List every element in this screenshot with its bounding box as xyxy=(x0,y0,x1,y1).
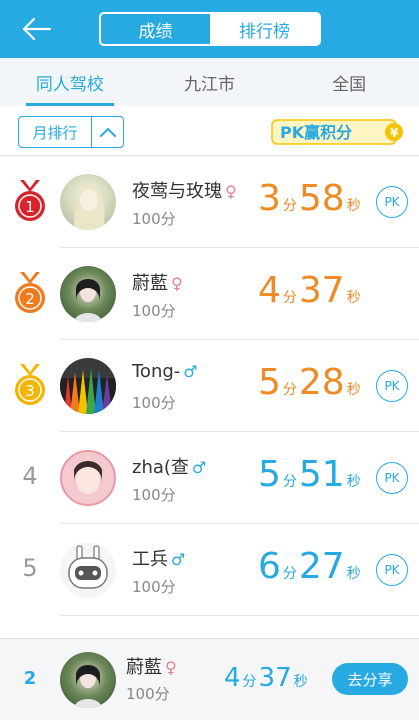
user-name: 蔚藍 xyxy=(132,273,168,294)
my-avatar[interactable] xyxy=(60,652,116,708)
app: 成绩 排行榜 同人驾校 九江市 全国 月排行 PK赢积分 ¥ 1 夜莺与玫瑰 ♀… xyxy=(0,0,419,720)
red-medal-icon: 1 xyxy=(15,180,45,221)
medal-rank-3: 3 xyxy=(25,382,35,400)
male-icon: ♂ xyxy=(183,362,198,381)
divider xyxy=(60,615,419,616)
gold-medal-icon: 3 xyxy=(15,364,45,405)
period-label: 月排行 xyxy=(19,117,92,147)
avatar[interactable] xyxy=(60,266,116,322)
my-rank-bar: 2 蔚藍 ♀ 100分 4 分37 秒 去分享 xyxy=(0,638,419,720)
medal-rank-2: 2 xyxy=(25,290,35,308)
user-score: 100分 xyxy=(132,302,176,320)
user-score: 100分 xyxy=(132,394,176,412)
orange-medal-icon: 2 xyxy=(15,272,45,313)
top-bar: 成绩 排行榜 xyxy=(0,0,419,58)
female-icon: ♀ xyxy=(165,658,177,677)
pk-banner-text: PK赢积分 xyxy=(280,123,352,142)
male-icon: ♂ xyxy=(171,550,186,569)
rank-number: 5 xyxy=(22,554,38,582)
avatar[interactable] xyxy=(60,358,116,414)
exam-time: 5 分51 秒 xyxy=(258,454,361,495)
ranking-row[interactable]: 4 zha(查 ♂ 100分 5 分51 秒 PK xyxy=(0,432,419,524)
my-exam-time: 4 分37 秒 xyxy=(224,663,308,693)
ranking-row[interactable]: 1 夜莺与玫瑰 ♀ 100分 3 分58 秒 PK xyxy=(0,156,419,248)
user-score: 100分 xyxy=(132,486,176,504)
tab-national[interactable]: 全国 xyxy=(279,58,419,106)
avatar[interactable] xyxy=(60,450,116,506)
my-name: 蔚藍 xyxy=(126,657,162,678)
male-icon: ♂ xyxy=(191,458,207,477)
period-dropdown[interactable]: 月排行 xyxy=(18,116,124,148)
pk-button[interactable]: PK xyxy=(376,554,408,586)
avatar[interactable] xyxy=(60,542,116,598)
ranking-row[interactable]: 5 工兵 ♂ 100分 6 分27 秒 PK xyxy=(0,524,419,616)
my-score: 100分 xyxy=(126,685,170,703)
chevron-up-icon[interactable] xyxy=(92,117,123,147)
svg-text:¥: ¥ xyxy=(390,126,399,140)
medal-rank-1: 1 xyxy=(25,198,35,216)
user-name: 工兵 xyxy=(132,549,168,570)
pk-button[interactable]: PK xyxy=(376,462,408,494)
pk-button[interactable]: PK xyxy=(376,186,408,218)
exam-time: 5 分28 秒 xyxy=(258,362,361,403)
exam-time: 6 分27 秒 xyxy=(258,546,361,587)
user-name: Tong- xyxy=(132,361,181,382)
ranking-row[interactable]: 2 蔚藍 ♀ 100分 4 分37 秒 xyxy=(0,248,419,340)
tab-driving-school[interactable]: 同人驾校 xyxy=(0,58,140,106)
segment-control: 成绩 排行榜 xyxy=(99,12,321,46)
back-arrow-icon[interactable] xyxy=(20,12,54,46)
exam-time: 3 分58 秒 xyxy=(258,178,361,219)
ranking-row[interactable]: 3 Tong- ♂ 100分 5 分28 秒 PK xyxy=(0,340,419,432)
female-icon: ♀ xyxy=(225,182,237,201)
avatar[interactable] xyxy=(60,174,116,230)
scope-tabs: 同人驾校 九江市 全国 xyxy=(0,58,419,106)
exam-time: 4 分37 秒 xyxy=(258,270,361,311)
my-rank-number: 2 xyxy=(23,668,37,689)
user-score: 100分 xyxy=(132,210,176,228)
segment-leaderboard[interactable]: 排行榜 xyxy=(210,14,319,44)
user-name: zha(查 xyxy=(132,457,189,478)
rank-number: 4 xyxy=(22,462,38,490)
segment-scores[interactable]: 成绩 xyxy=(101,14,210,44)
pk-reward-banner[interactable]: PK赢积分 ¥ xyxy=(270,116,404,146)
tab-city[interactable]: 九江市 xyxy=(140,58,280,106)
user-name: 夜莺与玫瑰 xyxy=(132,181,222,202)
user-score: 100分 xyxy=(132,578,176,596)
female-icon: ♀ xyxy=(171,274,183,293)
pk-button[interactable]: PK xyxy=(376,370,408,402)
share-button[interactable]: 去分享 xyxy=(332,663,408,695)
